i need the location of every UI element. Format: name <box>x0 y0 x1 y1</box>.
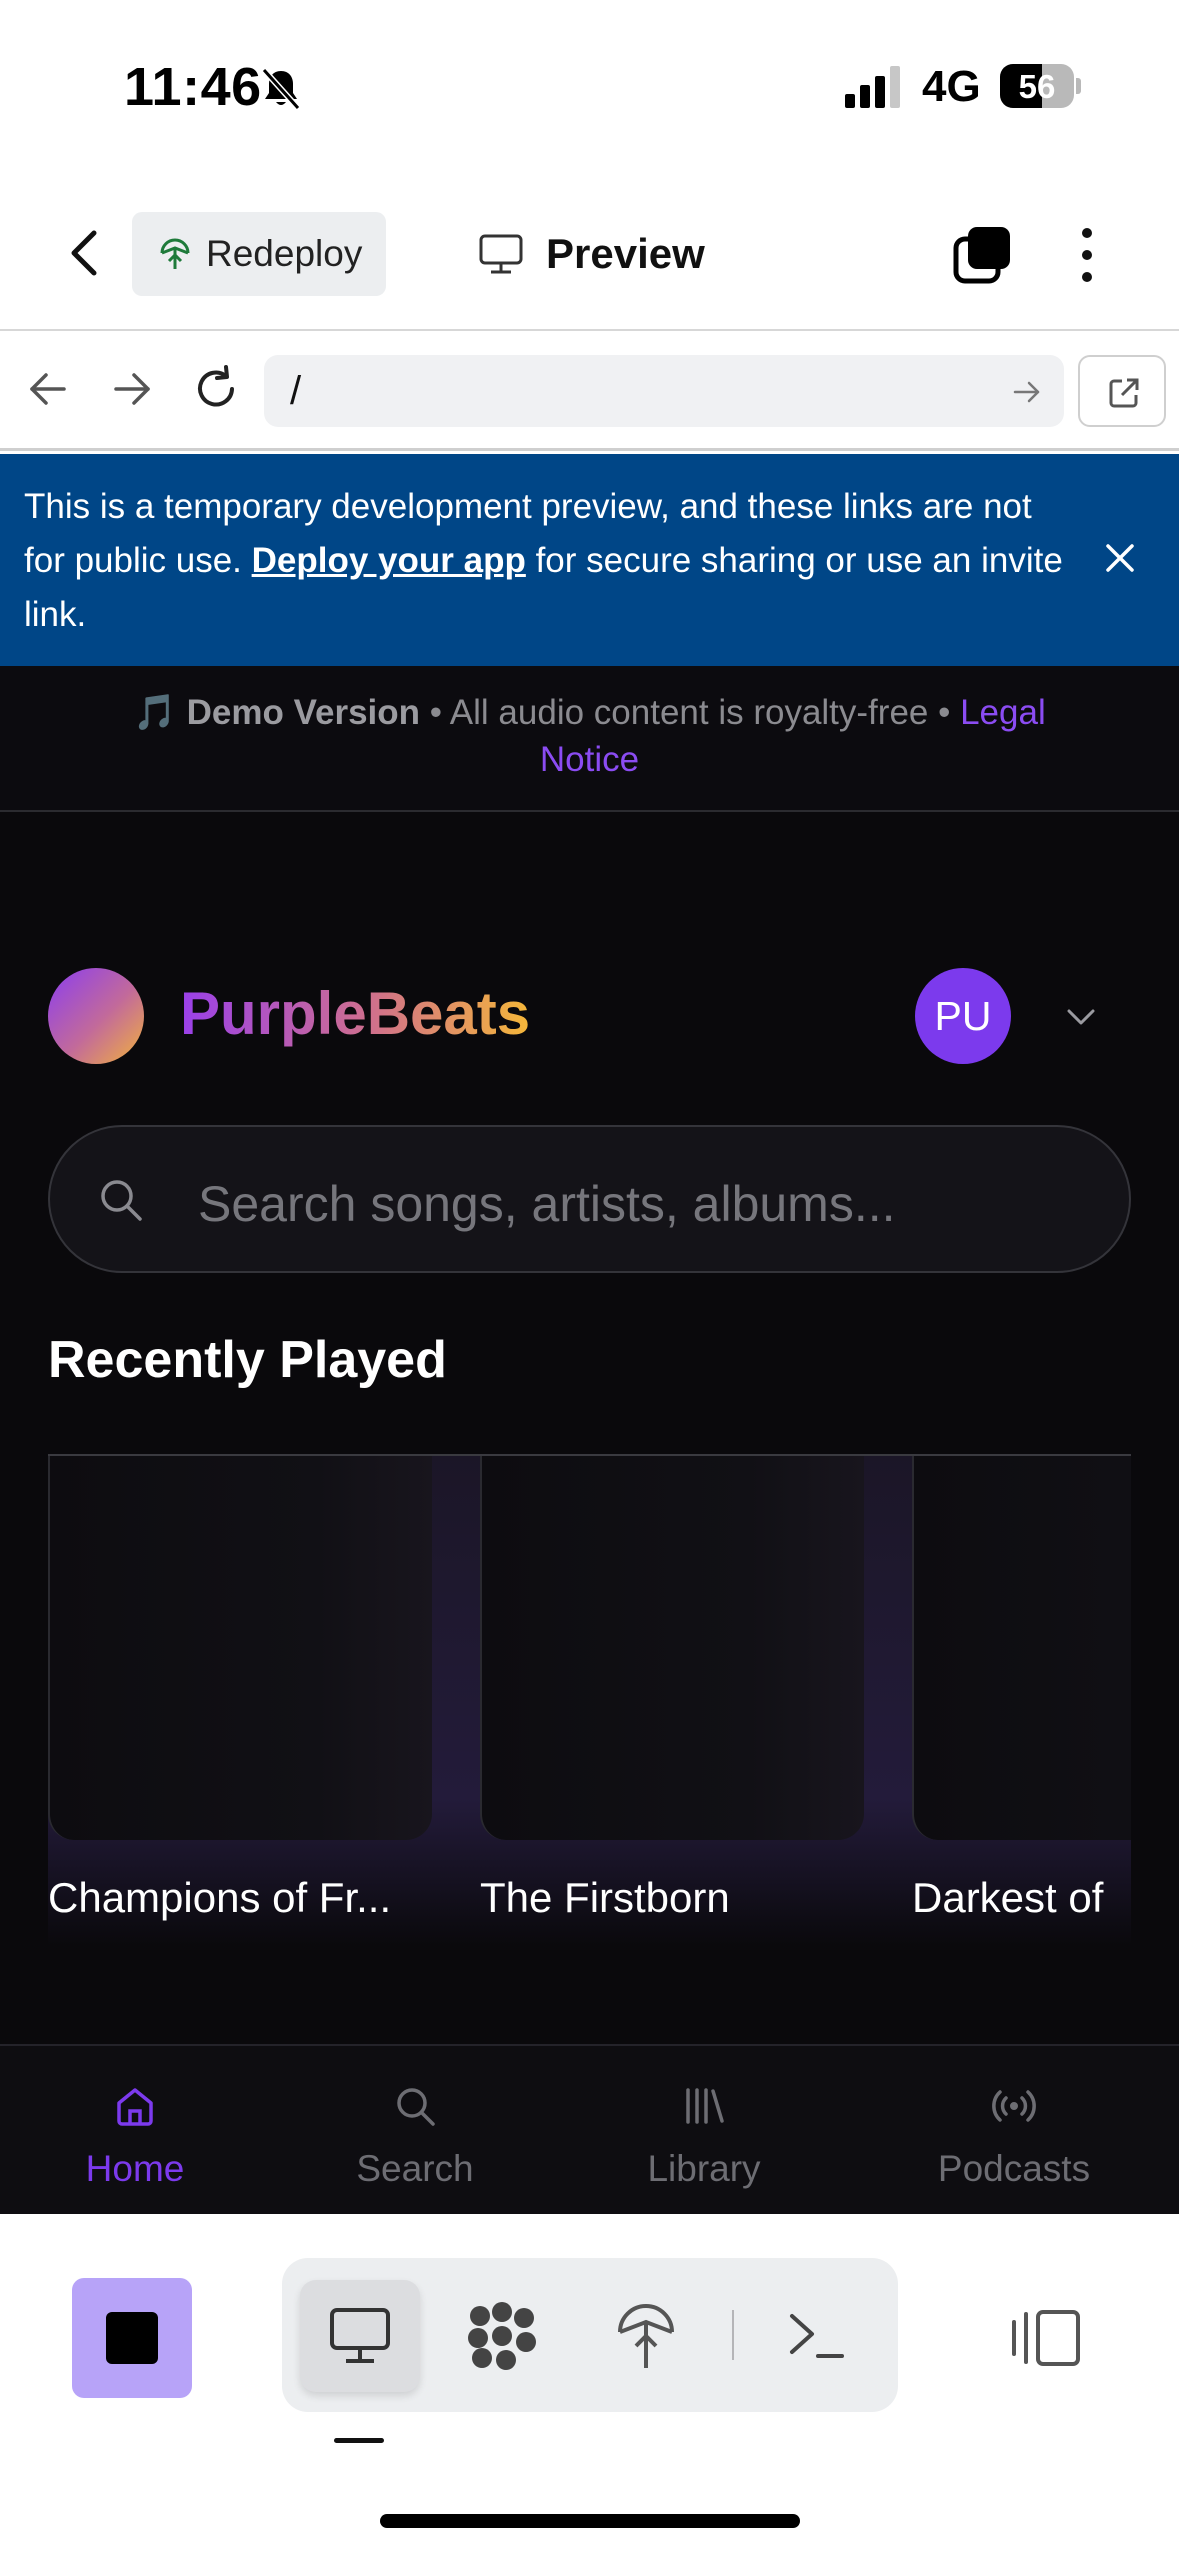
network-type: 4G <box>922 62 981 111</box>
preview-label: Preview <box>546 230 705 277</box>
album-card[interactable]: Darkest of <box>912 1456 1131 1944</box>
bell-muted-icon <box>261 67 301 110</box>
album-title[interactable]: Darkest of <box>912 1874 1131 1922</box>
brand-name: PurpleBeats <box>180 980 531 1047</box>
music-note-icon: 🎵 <box>133 693 177 732</box>
back-chevron-icon[interactable] <box>62 227 108 279</box>
app-viewport: 🎵 Demo Version • All audio content is ro… <box>0 666 1179 2214</box>
active-tab-indicator <box>334 2438 384 2443</box>
album-card[interactable]: The Firstborn <box>480 1456 864 1944</box>
browser-forward-icon[interactable] <box>106 363 158 415</box>
app-header: Redeploy Preview <box>0 175 1179 331</box>
search-placeholder: Search songs, artists, albums... <box>198 1176 896 1232</box>
more-options-icon[interactable] <box>1072 225 1102 285</box>
demo-notice: 🎵 Demo Version • All audio content is ro… <box>0 666 1179 812</box>
nav-library-label: Library <box>647 2148 761 2189</box>
open-external-button[interactable] <box>1078 355 1166 427</box>
url-input[interactable]: / <box>264 355 1064 427</box>
home-indicator <box>380 2514 800 2528</box>
album-title[interactable]: The Firstborn <box>480 1874 864 1922</box>
album-art[interactable] <box>912 1456 1131 1840</box>
legal-notice-link-part1[interactable]: Legal <box>960 693 1046 732</box>
terminal-icon[interactable] <box>786 2308 846 2364</box>
status-bar: 11:46 4G 56 <box>0 0 1179 175</box>
nav-library[interactable]: Library <box>584 2046 824 2214</box>
monitor-icon <box>330 2308 390 2363</box>
legal-notice-link-part2[interactable]: Notice <box>0 740 1179 780</box>
search-icon <box>101 1180 142 1221</box>
album-title[interactable]: Champions of Fr... <box>48 1874 432 1922</box>
tabs-icon[interactable] <box>952 223 1014 285</box>
nav-podcasts[interactable]: Podcasts <box>894 2046 1134 2214</box>
nav-search[interactable]: Search <box>295 2046 535 2214</box>
tool-switcher <box>282 2258 898 2412</box>
external-link-icon <box>1109 378 1139 408</box>
preview-tool-button[interactable] <box>300 2280 420 2392</box>
avatar[interactable]: PU <box>915 968 1011 1064</box>
bottom-nav: Home Search Library Podcasts <box>0 2044 1179 2214</box>
deploy-app-link[interactable]: Deploy your app <box>252 541 526 580</box>
redeploy-button[interactable]: Redeploy <box>132 212 386 296</box>
nav-home-label: Home <box>85 2148 185 2189</box>
status-time: 11:46 <box>124 57 262 117</box>
album-card[interactable]: Champions of Fr... <box>48 1456 432 1944</box>
redeploy-label: Redeploy <box>206 233 363 274</box>
search-icon <box>397 2088 435 2126</box>
section-title: Recently Played <box>48 1331 447 1389</box>
battery-level: 56 <box>1018 68 1056 105</box>
toolbar-divider <box>732 2310 734 2360</box>
url-path: / <box>290 369 302 413</box>
nav-podcasts-label: Podcasts <box>937 2148 1091 2189</box>
agent-icon[interactable] <box>464 2302 540 2370</box>
browser-back-icon[interactable] <box>22 363 74 415</box>
close-icon[interactable] <box>1100 538 1140 578</box>
preview-tab[interactable]: Preview <box>478 219 705 289</box>
battery-icon: 56 <box>1000 64 1081 108</box>
reload-icon[interactable] <box>190 363 242 415</box>
browser-bar: / <box>0 333 1179 451</box>
panel-switch-icon[interactable] <box>1010 2306 1082 2370</box>
workspace-toolbar <box>0 2214 1179 2556</box>
banner-text: This is a temporary development preview,… <box>24 487 1063 634</box>
nav-search-label: Search <box>356 2148 474 2189</box>
stop-button[interactable] <box>72 2278 192 2398</box>
demo-text: • All audio content is royalty-free • <box>420 693 961 732</box>
album-art[interactable] <box>480 1456 864 1840</box>
signal-icon <box>845 66 900 108</box>
stop-icon <box>106 2312 158 2364</box>
deploy-icon[interactable] <box>616 2302 676 2372</box>
library-icon <box>686 2088 724 2124</box>
search-input[interactable]: Search songs, artists, albums... <box>48 1125 1131 1273</box>
nav-home[interactable]: Home <box>15 2046 255 2214</box>
demo-title: Demo Version <box>186 693 421 732</box>
podcast-icon <box>992 2090 1036 2122</box>
brand-logo <box>48 968 144 1064</box>
go-arrow-icon[interactable] <box>1012 377 1042 407</box>
chevron-down-icon[interactable] <box>1064 1000 1098 1034</box>
monitor-icon <box>479 234 523 274</box>
recently-played-rail[interactable]: Champions of Fr... The Firstborn Darkest… <box>48 1454 1131 1944</box>
album-art[interactable] <box>48 1456 432 1840</box>
home-icon <box>117 2088 153 2126</box>
dev-preview-banner: This is a temporary development preview,… <box>0 454 1179 666</box>
deploy-icon <box>160 238 190 269</box>
